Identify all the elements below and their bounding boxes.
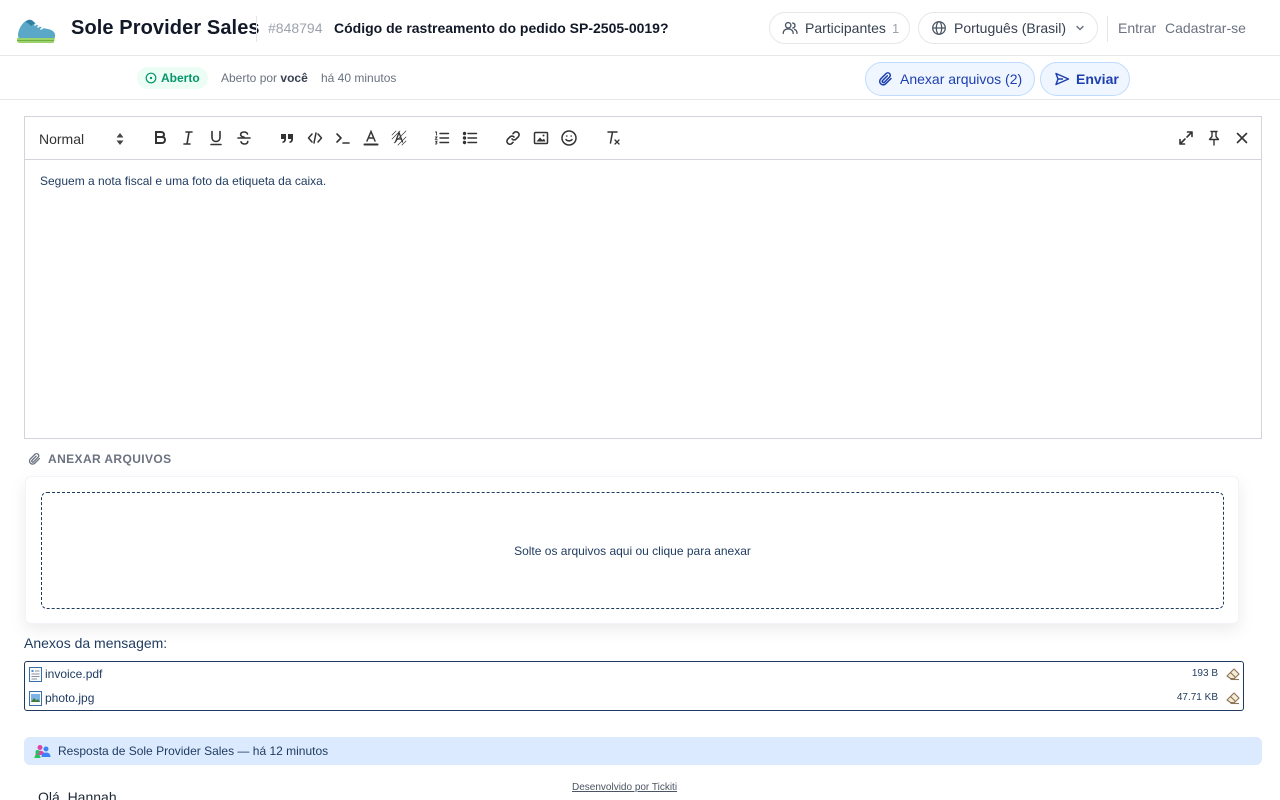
status-badge: Aberto: [137, 67, 208, 89]
image-icon[interactable]: [531, 128, 551, 148]
text-color-icon[interactable]: [361, 128, 381, 148]
paperclip-icon: [28, 452, 42, 466]
document-file-icon: [29, 667, 42, 682]
participants-label: Participantes: [805, 20, 886, 36]
opened-by-prefix: Aberto por: [221, 71, 278, 85]
attachment-name[interactable]: invoice.pdf: [45, 667, 102, 681]
participants-count: 1: [891, 20, 900, 36]
brand-name[interactable]: Sole Provider Sales: [71, 17, 260, 40]
strikethrough-icon[interactable]: [234, 128, 254, 148]
blockquote-icon[interactable]: [277, 128, 297, 148]
sneaker-logo-icon[interactable]: [14, 12, 58, 46]
ticket-subheader: Aberto Aberto por você há 40 minutos Ane…: [0, 56, 1280, 100]
attachment-name[interactable]: photo.jpg: [45, 691, 94, 705]
attachment-size: 47.71 KB: [1176, 692, 1218, 703]
reply-header: Resposta de Sole Provider Sales — há 12 …: [24, 737, 1262, 765]
dropzone-text: Solte os arquivos aqui ou clique para an…: [514, 543, 751, 558]
paperclip-icon: [878, 71, 894, 87]
message-attachments-list: invoice.pdf 193 B photo.jpg 47.71 KB: [24, 661, 1244, 711]
select-arrows-icon: [115, 132, 125, 146]
chevron-down-icon: [1074, 22, 1086, 34]
group-users-icon: [34, 743, 52, 759]
clear-formatting-icon[interactable]: [603, 128, 623, 148]
status-circle-icon: [145, 72, 157, 84]
send-button[interactable]: Enviar: [1040, 62, 1130, 96]
close-icon[interactable]: [1232, 128, 1252, 148]
send-label: Enviar: [1076, 71, 1119, 87]
code-block-icon[interactable]: [333, 128, 353, 148]
bullet-list-icon[interactable]: [460, 128, 480, 148]
participants-button[interactable]: Participantes 1: [769, 12, 910, 44]
attachment-row[interactable]: invoice.pdf 193 B: [25, 662, 1243, 686]
users-icon: [781, 19, 799, 37]
opened-by: Aberto por você: [221, 71, 308, 85]
bold-icon[interactable]: [150, 128, 170, 148]
signup-link[interactable]: Cadastrar-se: [1165, 20, 1246, 36]
globe-icon: [930, 19, 948, 37]
emoji-icon[interactable]: [559, 128, 579, 148]
underline-icon[interactable]: [206, 128, 226, 148]
editor-toolbar: Normal: [25, 117, 1261, 160]
attach-files-label: Anexar arquivos (2): [900, 71, 1023, 87]
attachment-row[interactable]: photo.jpg 47.71 KB: [25, 686, 1243, 710]
header-divider: [256, 16, 257, 42]
reply-header-text: Resposta de Sole Provider Sales — há 12 …: [58, 744, 329, 758]
eraser-icon[interactable]: [1225, 666, 1241, 682]
opened-by-user: você: [280, 71, 308, 85]
image-file-icon: [29, 691, 42, 706]
reply-greeting: Olá, Hannah,: [38, 789, 121, 800]
pin-icon[interactable]: [1204, 128, 1224, 148]
format-select[interactable]: Normal: [39, 129, 129, 149]
expand-icon[interactable]: [1176, 128, 1196, 148]
attach-files-heading-label: ANEXAR ARQUIVOS: [48, 452, 172, 466]
editor-content[interactable]: Seguem a nota fiscal e uma foto da etiqu…: [40, 174, 326, 188]
file-dropzone[interactable]: Solte os arquivos aqui ou clique para an…: [41, 492, 1224, 609]
file-drop-card: Solte os arquivos aqui ou clique para an…: [25, 476, 1239, 624]
background-color-icon[interactable]: [389, 128, 409, 148]
ticket-id: #848794: [268, 20, 323, 36]
login-link[interactable]: Entrar: [1118, 20, 1156, 36]
status-label: Aberto: [161, 71, 200, 85]
ticket-title: Código de rastreamento do pedido SP-2505…: [334, 20, 669, 36]
message-editor: Normal Seguem a nota fiscal e uma foto d…: [24, 116, 1262, 439]
attachment-size: 193 B: [1191, 668, 1218, 679]
attach-files-heading: ANEXAR ARQUIVOS: [28, 452, 172, 466]
send-icon: [1054, 71, 1070, 87]
top-header: Sole Provider Sales #848794 Código de ra…: [0, 0, 1280, 56]
powered-by-link[interactable]: Desenvolvido por Tickiti: [572, 782, 677, 793]
code-icon[interactable]: [305, 128, 325, 148]
link-icon[interactable]: [503, 128, 523, 148]
ordered-list-icon[interactable]: [432, 128, 452, 148]
attach-files-button[interactable]: Anexar arquivos (2): [865, 62, 1035, 96]
header-divider-right: [1107, 16, 1108, 42]
message-attachments-title: Anexos da mensagem:: [24, 635, 168, 651]
eraser-icon[interactable]: [1225, 690, 1241, 706]
language-select[interactable]: Português (Brasil): [918, 12, 1098, 44]
italic-icon[interactable]: [178, 128, 198, 148]
format-select-value: Normal: [39, 131, 85, 147]
language-label: Português (Brasil): [954, 20, 1067, 36]
opened-time: há 40 minutos: [321, 71, 397, 85]
